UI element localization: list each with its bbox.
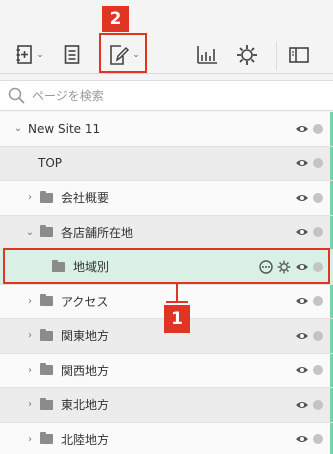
tree-row-hokuriku[interactable]: › 北陸地方 bbox=[0, 422, 333, 454]
eye-icon[interactable] bbox=[295, 400, 309, 410]
chevron-down-icon[interactable]: ⌄ bbox=[12, 123, 24, 134]
add-page-icon bbox=[16, 45, 33, 64]
callout-box-1 bbox=[3, 248, 330, 284]
analytics-button[interactable] bbox=[192, 40, 222, 70]
status-dot bbox=[313, 158, 323, 169]
chevron-right-icon[interactable]: › bbox=[24, 434, 36, 445]
tree-row-label: 会社概要 bbox=[61, 191, 110, 206]
chevron-down-icon: ⌄ bbox=[36, 50, 44, 60]
search-input[interactable] bbox=[32, 87, 312, 105]
status-dot bbox=[313, 192, 323, 203]
status-dot bbox=[313, 296, 323, 307]
chevron-right-icon[interactable]: › bbox=[24, 296, 36, 307]
search-bar bbox=[0, 80, 333, 111]
folder-icon bbox=[40, 363, 53, 376]
eye-icon[interactable] bbox=[295, 193, 309, 203]
tree-row-kansai[interactable]: › 関西地方 bbox=[0, 353, 333, 388]
callout-1: 1 bbox=[164, 305, 190, 333]
status-dot bbox=[313, 123, 323, 134]
tree-row-site[interactable]: ⌄ New Site 11 bbox=[0, 112, 333, 147]
folder-icon bbox=[40, 397, 53, 410]
tree-row-label: 関西地方 bbox=[61, 363, 110, 378]
eye-icon[interactable] bbox=[295, 158, 309, 168]
eye-icon[interactable] bbox=[295, 227, 309, 237]
tree-row-label: TOP bbox=[38, 156, 63, 171]
folder-icon bbox=[40, 294, 53, 307]
page-button[interactable] bbox=[58, 40, 86, 70]
tree-row-stores[interactable]: ⌄ 各店舗所在地 bbox=[0, 215, 333, 250]
callout-2: 2 bbox=[102, 6, 129, 32]
eye-icon[interactable] bbox=[295, 365, 309, 375]
chevron-down-icon[interactable]: ⌄ bbox=[24, 227, 36, 238]
chart-icon bbox=[197, 46, 217, 64]
status-dot bbox=[313, 227, 323, 238]
eye-icon[interactable] bbox=[295, 331, 309, 341]
chevron-right-icon[interactable]: › bbox=[24, 399, 36, 410]
callout-box-2 bbox=[99, 33, 147, 73]
panel-button[interactable] bbox=[284, 40, 314, 70]
chevron-right-icon[interactable]: › bbox=[24, 365, 36, 376]
tree-row-label: 各店舗所在地 bbox=[61, 225, 134, 240]
callout-connector bbox=[176, 284, 178, 302]
folder-icon bbox=[40, 225, 53, 238]
eye-icon[interactable] bbox=[295, 434, 309, 444]
callout-connector bbox=[166, 301, 188, 303]
tree-row-label: アクセス bbox=[61, 294, 109, 309]
search-icon bbox=[8, 87, 25, 104]
tree-row-label: 関東地方 bbox=[61, 329, 110, 344]
eye-icon[interactable] bbox=[295, 124, 309, 134]
tree-row-label: 東北地方 bbox=[61, 398, 110, 413]
status-dot bbox=[313, 330, 323, 341]
tree-row-top[interactable]: TOP bbox=[0, 146, 333, 181]
tree-row-label: New Site 11 bbox=[28, 121, 101, 136]
tree-row-label: 北陸地方 bbox=[61, 432, 110, 447]
status-dot bbox=[313, 365, 323, 376]
tree-row-company[interactable]: › 会社概要 bbox=[0, 181, 333, 216]
tree-row-tohoku[interactable]: › 東北地方 bbox=[0, 388, 333, 423]
eye-icon[interactable] bbox=[295, 296, 309, 306]
gear-icon bbox=[237, 45, 257, 65]
panel-icon bbox=[289, 47, 309, 63]
page-icon bbox=[64, 45, 80, 64]
chevron-right-icon[interactable]: › bbox=[24, 330, 36, 341]
folder-icon bbox=[40, 432, 53, 445]
chevron-right-icon[interactable]: › bbox=[24, 192, 36, 203]
folder-icon bbox=[40, 190, 53, 203]
toolbar: 2 ⌄ ⌄ bbox=[0, 0, 333, 74]
toolbar-divider bbox=[276, 42, 277, 70]
status-dot bbox=[313, 399, 323, 410]
status-dot bbox=[313, 434, 323, 445]
settings-button[interactable] bbox=[232, 40, 262, 70]
folder-icon bbox=[40, 328, 53, 341]
add-page-button[interactable]: ⌄ bbox=[10, 40, 50, 70]
